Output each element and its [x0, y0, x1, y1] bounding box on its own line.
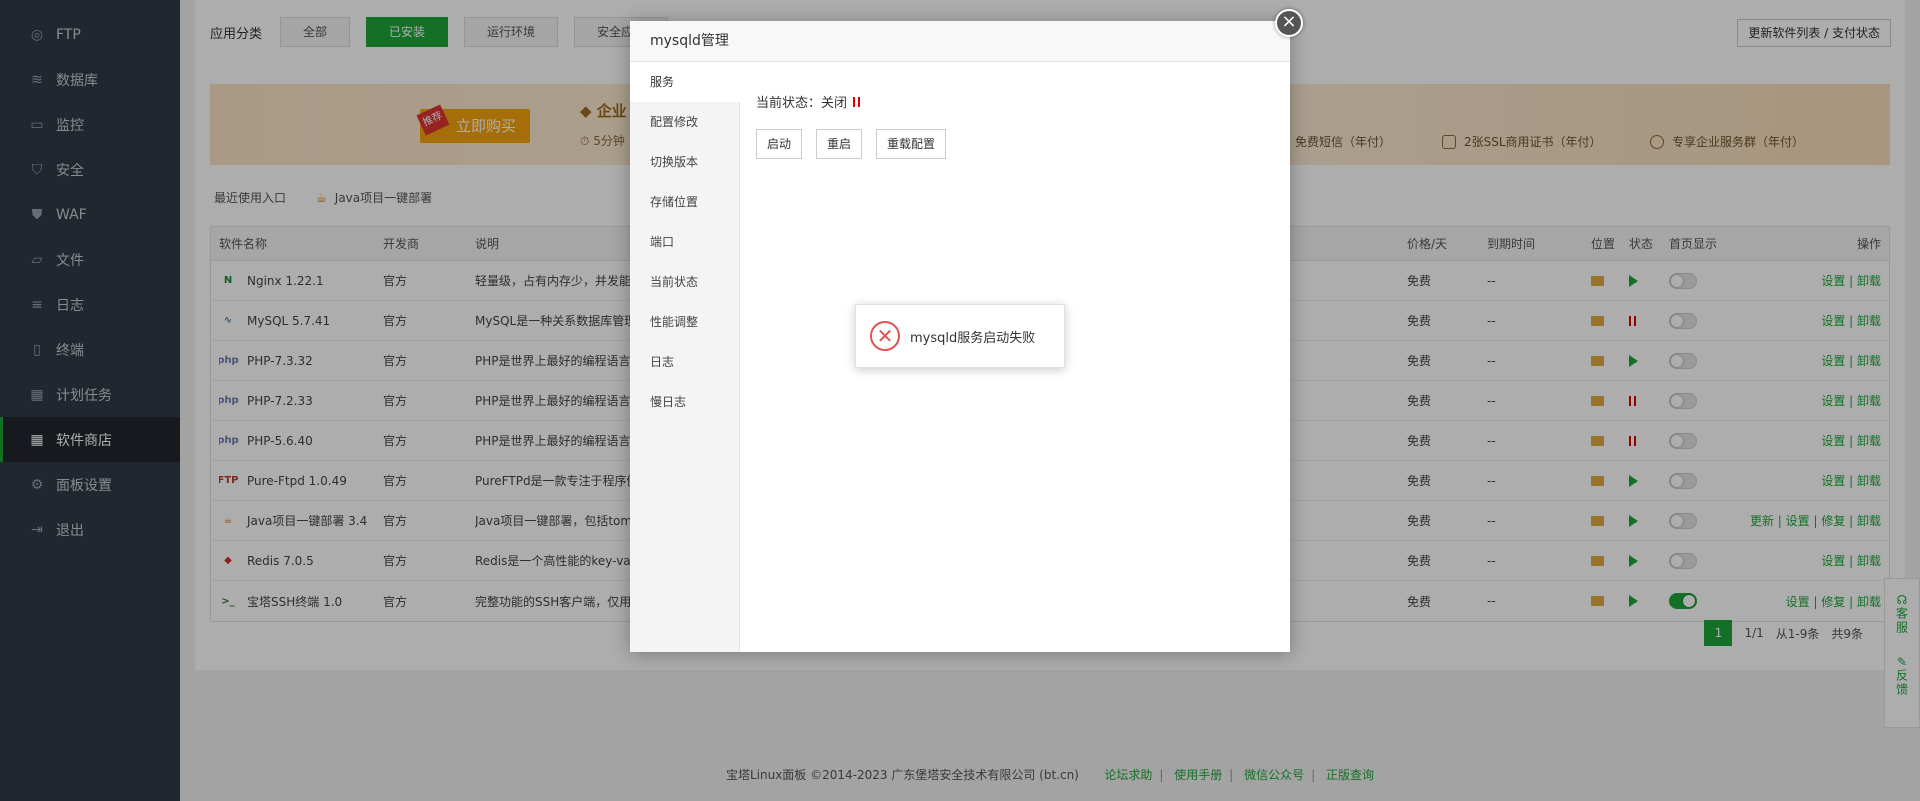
dialog-nav-item-6[interactable]: 性能调整	[630, 302, 739, 342]
error-icon: ✕	[870, 321, 900, 351]
dialog-nav-item-3[interactable]: 存储位置	[630, 182, 739, 222]
dialog-nav-item-7[interactable]: 日志	[630, 342, 739, 382]
status-line: 当前状态： 关闭	[756, 92, 1274, 111]
dialog-nav-item-0[interactable]: 服务	[630, 62, 740, 102]
stopped-icon	[853, 96, 861, 107]
service-buttons: 启动 重启 重载配置	[756, 129, 1274, 159]
dialog-nav: 服务 配置修改 切换版本 存储位置 端口 当前状态 性能调整 日志 慢日志	[630, 62, 740, 652]
dialog-title: mysqld管理	[630, 21, 1290, 62]
dialog-nav-item-8[interactable]: 慢日志	[630, 382, 739, 422]
reload-config-button[interactable]: 重载配置	[876, 129, 947, 159]
dialog-nav-item-5[interactable]: 当前状态	[630, 262, 739, 302]
toast-message: mysqld服务启动失败	[910, 330, 1036, 346]
status-label: 当前状态：	[756, 96, 822, 111]
status-value: 关闭	[821, 96, 848, 111]
close-icon[interactable]: ×	[1275, 9, 1303, 37]
error-toast: ✕ mysqld服务启动失败	[855, 304, 1065, 368]
start-button[interactable]: 启动	[756, 129, 803, 159]
restart-button[interactable]: 重启	[816, 129, 863, 159]
dialog-nav-item-2[interactable]: 切换版本	[630, 142, 739, 182]
dialog-nav-item-4[interactable]: 端口	[630, 222, 739, 262]
dialog-nav-item-1[interactable]: 配置修改	[630, 102, 739, 142]
